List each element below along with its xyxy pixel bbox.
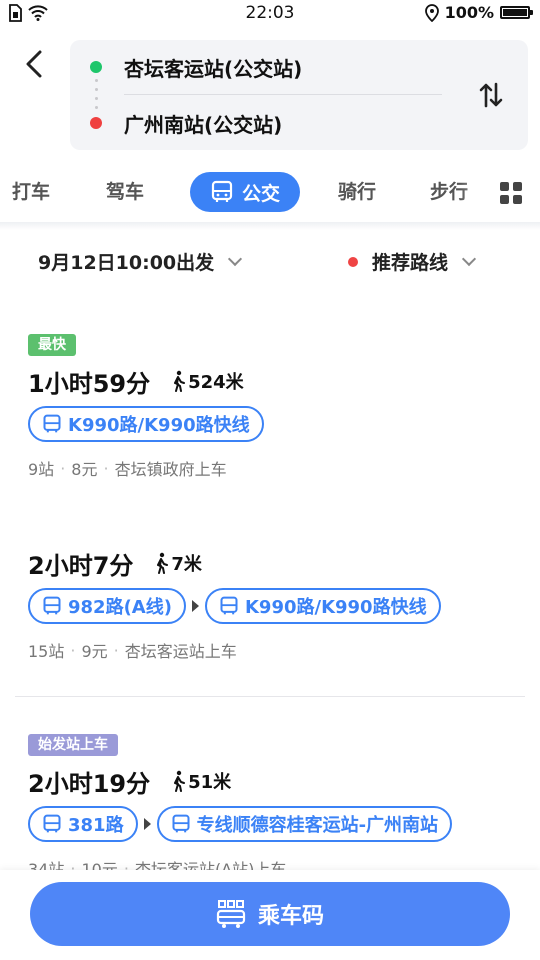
route-duration: 1小时59分 — [28, 369, 151, 398]
duration-row: 2小时7分 7米 — [28, 546, 518, 580]
origin-text: 杏坛客运站(公交站) — [124, 56, 303, 81]
lines-row: 381路 专线顺德容桂客运站-广州南站 — [28, 806, 518, 842]
fastest-badge: 最快 — [28, 334, 76, 356]
route-result-2[interactable]: 2小时7分 7米 982路(A线) K990路/K990路快线 15站 · 9元… — [28, 546, 518, 662]
ride-code-label: 乘车码 — [257, 904, 324, 929]
destination-text: 广州南站(公交站) — [124, 112, 283, 137]
fare: 9元 — [81, 642, 108, 661]
origin-dot-icon — [90, 61, 102, 73]
bus-icon — [43, 414, 61, 433]
transport-tabs: 打车 驾车 公交 骑行 步行 — [0, 162, 540, 222]
chevron-left-icon — [26, 50, 42, 78]
bus-line-chip: 专线顺德容桂客运站-广州南站 — [156, 806, 453, 842]
walk-distance: 524米 — [170, 368, 244, 394]
results-divider — [15, 696, 525, 697]
route-meta: 9站 · 8元 · 杏坛镇政府上车 — [28, 456, 518, 480]
transfer-arrow-icon — [143, 818, 151, 830]
tab-bus-label: 公交 — [241, 182, 280, 205]
bus-line-chip: K990路/K990路快线 — [204, 588, 441, 624]
more-modes-button[interactable] — [500, 182, 522, 204]
duration-row: 1小时59分 524米 — [28, 364, 518, 398]
route-sort-selector[interactable]: 推荐路线 — [347, 248, 477, 275]
route-meta: 15站 · 9元 · 杏坛客运站上车 — [28, 638, 518, 662]
bus-line-chip: K990路/K990路快线 — [28, 406, 264, 442]
ride-code-button[interactable]: 乘车码 — [30, 882, 510, 946]
ride-code-icon — [216, 900, 246, 928]
boarding-stop: 杏坛客运站上车 — [124, 642, 237, 661]
tab-bus[interactable]: 公交 — [190, 172, 300, 212]
boarding-stop: 杏坛镇政府上车 — [114, 460, 227, 479]
bus-line-chip: 982路(A线) — [28, 588, 186, 624]
chevron-down-icon — [461, 251, 477, 266]
battery-percent: 100% — [444, 3, 494, 22]
destination-field[interactable]: 广州南站(公交站) — [70, 96, 450, 150]
tabs-fade — [460, 162, 500, 222]
stop-count: 9站 — [28, 460, 55, 479]
grid-icon — [500, 182, 509, 191]
route-divider — [124, 94, 442, 95]
lines-row: K990路/K990路快线 — [28, 406, 518, 442]
origin-station-badge: 始发站上车 — [28, 734, 118, 756]
status-right-icons: 100% — [424, 3, 533, 22]
destination-dot-icon — [90, 117, 102, 129]
walk-distance: 7米 — [153, 550, 202, 576]
swap-route-button[interactable] — [474, 78, 508, 112]
route-duration: 2小时7分 — [28, 551, 134, 580]
battery-icon — [500, 6, 533, 19]
walking-person-icon — [157, 552, 169, 574]
origin-field[interactable]: 杏坛客运站(公交站) — [70, 40, 450, 94]
route-sort-label: 推荐路线 — [371, 252, 448, 274]
bus-icon — [172, 814, 190, 833]
bottom-bar: 乘车码 — [0, 870, 540, 960]
sort-dot-icon — [347, 256, 358, 267]
filter-row: 9月12日10:00出发 推荐路线 — [0, 240, 540, 284]
depart-time-selector[interactable]: 9月12日10:00出发 — [38, 248, 243, 275]
route-result-3[interactable]: 始发站上车 2小时19分 51米 381路 专线顺德容桂客运站-广州南站 · · — [28, 734, 518, 880]
route-result-1[interactable]: 最快 1小时59分 524米 K990路/K990路快线 9站 · 8元 · 杏… — [28, 334, 518, 480]
bus-icon — [211, 180, 233, 202]
walk-distance: 51米 — [170, 768, 231, 794]
tab-taxi[interactable]: 打车 — [12, 172, 50, 212]
status-bar: 22:03 100% — [0, 0, 540, 28]
bus-line-chip: 381路 — [28, 806, 138, 842]
transfer-arrow-icon — [191, 600, 199, 612]
bus-icon — [43, 814, 61, 833]
lines-row: 982路(A线) K990路/K990路快线 — [28, 588, 518, 624]
route-duration: 2小时19分 — [28, 769, 151, 798]
location-icon — [424, 3, 439, 22]
chevron-down-icon — [228, 251, 243, 266]
stop-count: 15站 — [28, 642, 65, 661]
depart-time-label: 9月12日10:00出发 — [38, 252, 215, 274]
fare: 8元 — [71, 460, 98, 479]
tabs-shadow — [0, 222, 540, 230]
walking-person-icon — [174, 370, 186, 392]
swap-arrows-icon — [479, 82, 503, 108]
bus-icon — [43, 596, 61, 615]
route-box: 杏坛客运站(公交站) 广州南站(公交站) — [70, 40, 528, 150]
walking-person-icon — [174, 770, 186, 792]
bus-icon — [220, 596, 238, 615]
tab-cycle[interactable]: 骑行 — [338, 172, 376, 212]
back-button[interactable] — [18, 48, 50, 80]
tab-drive[interactable]: 驾车 — [106, 172, 144, 212]
duration-row: 2小时19分 51米 — [28, 764, 518, 798]
